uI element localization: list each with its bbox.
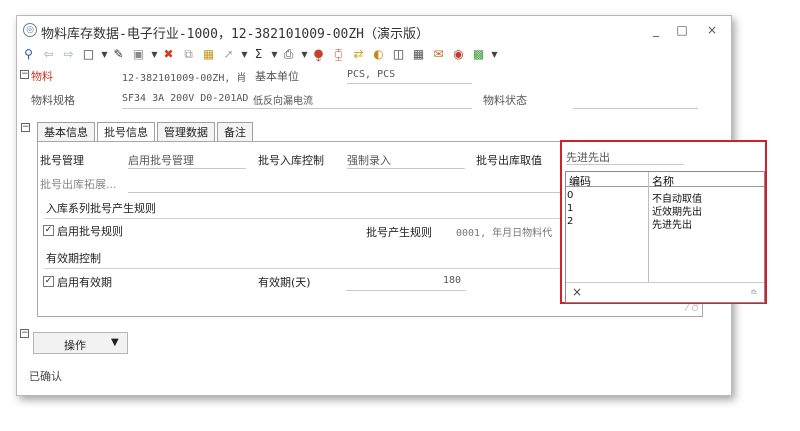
rule-value[interactable]: 0001, 年月日物料代 — [456, 224, 552, 239]
window-title: 物料库存数据-电子行业-1000，12-382101009-00ZH（演示版） — [41, 27, 430, 42]
expiry-label: 有效期(天) — [258, 276, 311, 289]
enable-rule-checkbox[interactable]: ✓ — [43, 225, 54, 236]
option-code-2[interactable]: 2 — [567, 216, 573, 227]
column-code-header: 编码 — [569, 175, 591, 188]
enable-rule-label: 启用批号规则 — [57, 225, 123, 238]
workflow-icon[interactable]: ⧭ — [311, 47, 326, 62]
sum-icon[interactable]: Σ — [251, 47, 266, 62]
chevron-down-icon[interactable]: ▼ — [241, 47, 248, 62]
minimize-button[interactable]: _ — [647, 22, 665, 38]
option-name-2[interactable]: 先进先出 — [652, 216, 692, 231]
copy-icon[interactable]: ⧉ — [181, 47, 196, 62]
forward-arrow-icon[interactable]: ⇨ — [61, 47, 76, 62]
rule-label: 批号产生规则 — [366, 226, 432, 239]
chevron-down-icon[interactable]: ▼ — [151, 47, 158, 62]
print-icon[interactable]: ⎙ — [281, 47, 296, 62]
base-unit-label: 基本单位 — [255, 70, 299, 83]
find-icon[interactable]: ⚲ — [21, 47, 36, 62]
batch-mgmt-underline — [128, 168, 246, 169]
batch-out-value[interactable]: 先进先出 — [566, 149, 684, 165]
material-code-value: 12-382101009-00ZH, 肖 — [122, 73, 247, 84]
message-icon[interactable]: ◉ — [451, 47, 466, 62]
workflow-back-icon[interactable]: ⧮ — [331, 47, 346, 62]
sync-icon[interactable]: ⇄ — [351, 47, 366, 62]
expiry-value[interactable]: 180 — [443, 275, 461, 286]
spec-description: 低反向漏电流 — [253, 96, 313, 107]
batch-in-ctrl-value[interactable]: 强制录入 — [347, 152, 391, 168]
dropdown-list: 编码 名称 0 不自动取值 1 近效期先出 2 先进先出 × ≏ — [565, 171, 765, 303]
operate-button[interactable]: 操作 ▼ — [33, 332, 128, 354]
batch-out-label: 批号出库取值 — [476, 154, 542, 167]
attachment-icon[interactable]: ◫ — [391, 47, 406, 62]
chevron-down-icon[interactable]: ▼ — [271, 47, 278, 62]
batch-ext-label[interactable]: 批号出库拓展... — [40, 176, 117, 192]
chevron-down-icon[interactable]: ▼ — [101, 47, 108, 62]
dropdown-header: 编码 名称 — [566, 172, 764, 188]
close-button[interactable]: × — [703, 22, 721, 38]
new-document-icon[interactable]: □ — [81, 47, 96, 62]
toolbar: ⚲ ⇦ ⇨ □ ▼ ✎ ▣ ▼ ✖ ⧉ ▦ ➚ ▼ Σ ▼ ⎙ ▼ ⧭ ⧮ ⇄ … — [21, 44, 721, 64]
expiry-underline — [346, 290, 466, 291]
close-icon[interactable]: × — [572, 285, 582, 299]
operate-collapse-icon[interactable]: − — [20, 329, 29, 338]
tab-basic-info[interactable]: 基本信息 — [37, 122, 95, 142]
spec-value: SF34 3A 200V D0-201AD — [122, 93, 249, 104]
resize-grip-icon[interactable]: ≏ — [750, 288, 758, 298]
lock-icon[interactable]: ◐ — [371, 47, 386, 62]
tab-bar: 基本信息 批号信息 管理数据 备注 — [37, 122, 255, 143]
document-green-icon[interactable]: ▩ — [471, 47, 486, 62]
column-name-header: 名称 — [652, 175, 674, 188]
batch-mgmt-label: 批号管理 — [40, 154, 84, 167]
option-code-0[interactable]: 0 — [567, 190, 573, 201]
calculator-icon[interactable]: ▦ — [411, 47, 426, 62]
spec-label: 物料规格 — [31, 94, 75, 107]
batch-ext-underline — [128, 192, 568, 193]
paste-icon[interactable]: ▦ — [201, 47, 216, 62]
material-status-label: 物料状态 — [483, 94, 527, 107]
batch-mgmt-value[interactable]: 启用批号管理 — [128, 152, 194, 168]
material-label: 物料 — [31, 70, 53, 83]
chevron-down-icon[interactable]: ▼ — [301, 47, 308, 62]
base-unit-underline — [347, 83, 472, 84]
enable-expiry-label: 启用有效期 — [57, 276, 112, 289]
save-icon[interactable]: ▣ — [131, 47, 146, 62]
title-bar: ◎ 物料库存数据-电子行业-1000，12-382101009-00ZH（演示版… — [17, 16, 731, 44]
expiry-group-title: 有效期控制 — [46, 252, 101, 265]
header-collapse-icon[interactable]: − — [20, 70, 29, 79]
status-text: 已确认 — [29, 370, 62, 383]
column-divider — [648, 172, 649, 282]
batch-out-dropdown: 先进先出 编码 名称 0 不自动取值 1 近效期先出 2 先进先出 × ≏ — [560, 140, 767, 304]
operate-label: 操作 — [64, 339, 86, 352]
tab-remarks[interactable]: 备注 — [217, 122, 253, 142]
back-arrow-icon[interactable]: ⇦ — [41, 47, 56, 62]
link-icon[interactable]: ➚ — [221, 47, 236, 62]
option-code-1[interactable]: 1 — [567, 203, 573, 214]
batch-in-ctrl-underline — [347, 168, 465, 169]
chevron-down-icon: ▼ — [111, 337, 119, 348]
maximize-button[interactable]: □ — [673, 22, 691, 38]
material-status-field[interactable] — [573, 108, 698, 109]
mail-icon[interactable]: ✉ — [431, 47, 446, 62]
tab-batch-info[interactable]: 批号信息 — [97, 122, 155, 143]
delete-icon[interactable]: ✖ — [161, 47, 176, 62]
enable-expiry-checkbox[interactable]: ✓ — [43, 276, 54, 287]
dropdown-footer: × ≏ — [566, 282, 764, 302]
edit-icon[interactable]: ✎ — [111, 47, 126, 62]
tab-management-data[interactable]: 管理数据 — [157, 122, 215, 142]
chevron-down-icon[interactable]: ▼ — [491, 47, 498, 62]
section-collapse-icon[interactable]: − — [21, 123, 30, 132]
inbound-group-title: 入库系列批号产生规则 — [46, 202, 156, 215]
spec-underline — [122, 108, 472, 109]
app-icon: ◎ — [23, 23, 37, 37]
base-unit-value: PCS, PCS — [347, 69, 396, 80]
batch-in-ctrl-label: 批号入库控制 — [258, 154, 324, 167]
